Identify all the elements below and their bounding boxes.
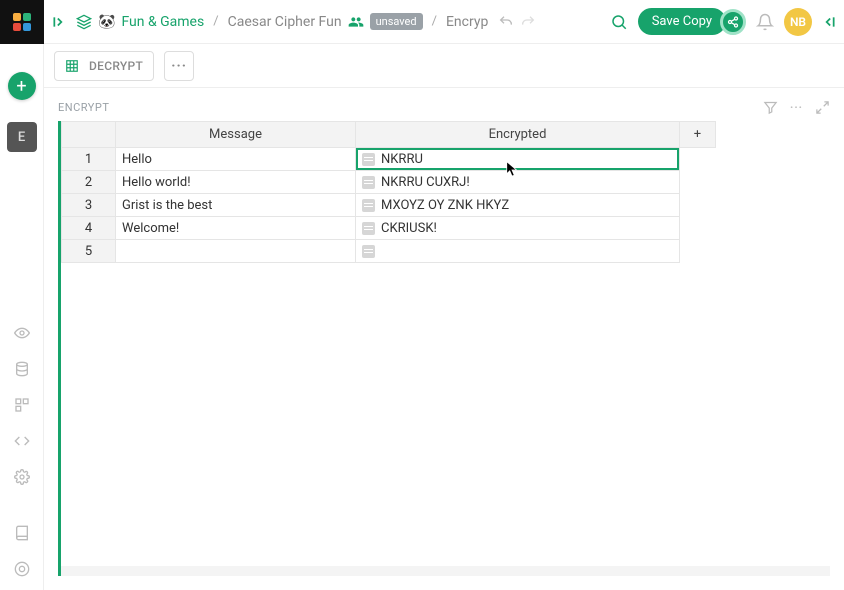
left-rail: + E: [0, 0, 44, 590]
unsaved-badge: unsaved: [370, 13, 423, 30]
table-row[interactable]: 5: [62, 240, 716, 263]
text-field-icon: [362, 153, 375, 166]
save-copy-button[interactable]: Save Copy: [638, 8, 726, 35]
main-area: 🐼 Fun & Games / Caesar Cipher Fun unsave…: [44, 0, 844, 590]
breadcrumb-page[interactable]: Encryp: [446, 14, 488, 30]
database-icon[interactable]: [7, 354, 37, 384]
app-logo[interactable]: [0, 0, 44, 44]
cell-encrypted-value: CKRIUSK!: [381, 221, 437, 236]
table-row[interactable]: 1Hello NKRRU: [62, 148, 716, 171]
row-number[interactable]: 2: [62, 171, 116, 194]
cell-message[interactable]: Grist is the best: [116, 194, 356, 217]
view-switcher[interactable]: DECRYPT: [54, 51, 154, 81]
bell-icon[interactable]: [756, 13, 774, 31]
layers-icon[interactable]: [76, 14, 92, 30]
cell-encrypted-value: NKRRU CUXRJ!: [381, 175, 470, 190]
workspace-tile-current[interactable]: E: [7, 122, 37, 152]
undo-icon[interactable]: [498, 14, 514, 30]
row-number[interactable]: 1: [62, 148, 116, 171]
cell-encrypted[interactable]: NKRRU CUXRJ!: [356, 171, 680, 194]
code-icon[interactable]: [7, 426, 37, 456]
grid-icon: [65, 59, 79, 73]
topbar: 🐼 Fun & Games / Caesar Cipher Fun unsave…: [44, 0, 844, 44]
avatar[interactable]: NB: [784, 8, 812, 36]
horizontal-scrollbar[interactable]: [61, 566, 830, 576]
add-column-button[interactable]: +: [680, 122, 716, 148]
panel-collapse-icon[interactable]: [52, 15, 66, 29]
cell-encrypted-value: MXOYZ OY ZNK HKYZ: [381, 198, 509, 213]
text-field-icon: [362, 222, 375, 235]
people-icon[interactable]: [348, 14, 364, 30]
row-number[interactable]: 5: [62, 240, 116, 263]
cell-encrypted[interactable]: CKRIUSK!: [356, 217, 680, 240]
table-row[interactable]: 4Welcome! CKRIUSK!: [62, 217, 716, 240]
column-header-encrypted[interactable]: Encrypted: [356, 122, 680, 148]
book-icon[interactable]: [7, 518, 37, 548]
cell-encrypted[interactable]: MXOYZ OY ZNK HKYZ: [356, 194, 680, 217]
data-table[interactable]: Message Encrypted + 1Hello NKRRU 2Hello wo…: [61, 121, 716, 263]
section-header: ENCRYPT ···: [44, 88, 844, 121]
emoji-icon: 🐼: [98, 14, 115, 30]
eye-icon[interactable]: [7, 318, 37, 348]
cell-message[interactable]: Hello: [116, 148, 356, 171]
share-button[interactable]: [720, 9, 746, 35]
view-switcher-label: DECRYPT: [89, 59, 143, 73]
expand-icon[interactable]: [815, 100, 830, 115]
toolbar: DECRYPT ···: [44, 44, 844, 88]
search-icon[interactable]: [610, 13, 628, 31]
panel-expand-right-icon[interactable]: [822, 15, 836, 29]
text-field-icon: [362, 245, 375, 258]
table-row[interactable]: 2Hello world! NKRRU CUXRJ!: [62, 171, 716, 194]
crumb-sep-1: /: [210, 14, 221, 29]
table-wrap: Message Encrypted + 1Hello NKRRU 2Hello wo…: [58, 121, 830, 576]
row-number[interactable]: 4: [62, 217, 116, 240]
section-title: ENCRYPT: [58, 101, 109, 114]
cell-message[interactable]: Hello world!: [116, 171, 356, 194]
cell-encrypted[interactable]: [356, 240, 680, 263]
cell-encrypted[interactable]: NKRRU: [356, 148, 680, 171]
column-header-message[interactable]: Message: [116, 122, 356, 148]
table-row[interactable]: 3Grist is the best MXOYZ OY ZNK HKYZ: [62, 194, 716, 217]
breadcrumb-root[interactable]: Fun & Games: [121, 14, 204, 30]
rownum-header[interactable]: [62, 122, 116, 148]
filter-icon[interactable]: [763, 100, 778, 115]
cell-message[interactable]: Welcome!: [116, 217, 356, 240]
add-document-button[interactable]: +: [8, 72, 36, 100]
breadcrumb-doc[interactable]: Caesar Cipher Fun: [228, 14, 342, 30]
section-more-icon[interactable]: ···: [790, 101, 803, 114]
text-field-icon: [362, 199, 375, 212]
crumb-sep-2: /: [429, 14, 440, 29]
cell-encrypted-value: NKRRU: [381, 152, 423, 167]
row-number[interactable]: 3: [62, 194, 116, 217]
redo-icon[interactable]: [520, 14, 536, 30]
cell-message[interactable]: [116, 240, 356, 263]
add-column-cell: [680, 148, 716, 263]
settings-icon[interactable]: [7, 462, 37, 492]
view-more-button[interactable]: ···: [164, 51, 194, 81]
text-field-icon: [362, 176, 375, 189]
widgets-icon[interactable]: [7, 390, 37, 420]
help-icon[interactable]: [7, 554, 37, 584]
